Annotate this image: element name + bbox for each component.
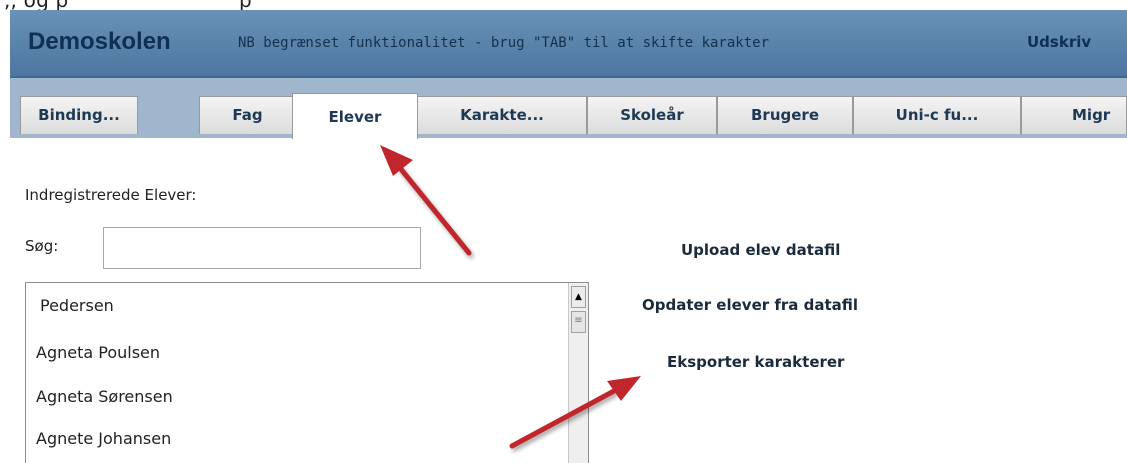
- update-students-from-datafile-link[interactable]: Opdater elever fra datafil: [642, 296, 858, 314]
- export-grades-link[interactable]: Eksporter karakterer: [667, 353, 844, 371]
- tab-migrering[interactable]: Migr: [1021, 96, 1127, 134]
- students-list-label: Indregistrerede Elever:: [25, 186, 197, 204]
- cropped-top-text: ,, og p p: [0, 0, 1127, 10]
- student-list-item[interactable]: Pedersen: [40, 296, 114, 315]
- print-link[interactable]: Udskriv: [1027, 33, 1091, 51]
- student-list-item[interactable]: Agnete Johansen: [36, 429, 171, 448]
- upload-student-datafile-link[interactable]: Upload elev datafil: [681, 241, 840, 259]
- search-label: Søg:: [25, 237, 59, 255]
- tab-brugere[interactable]: Brugere: [717, 96, 853, 134]
- school-name: Demoskolen: [28, 28, 171, 55]
- grip-icon[interactable]: ≡: [571, 311, 586, 333]
- triangle-up-icon[interactable]: ▲: [571, 286, 586, 308]
- limited-functionality-notice: NB begrænset funktionalitet - brug "TAB"…: [238, 35, 770, 51]
- student-list[interactable]: Pedersen Agneta Poulsen Agneta Sørensen …: [25, 282, 589, 463]
- tab-karakterer[interactable]: Karakte...: [417, 96, 587, 134]
- tab-elever[interactable]: Elever: [292, 93, 418, 139]
- app-header: Demoskolen NB begrænset funktionalitet -…: [10, 10, 1127, 78]
- tab-fag[interactable]: Fag: [199, 96, 296, 134]
- student-search-input[interactable]: [103, 227, 421, 269]
- student-list-item[interactable]: Agneta Sørensen: [36, 387, 173, 406]
- student-list-scrollbar[interactable]: ▲ ≡: [568, 283, 588, 463]
- tab-uni-c[interactable]: Uni-c fu...: [853, 96, 1021, 134]
- tab-bindinger[interactable]: Binding...: [20, 96, 138, 134]
- tab-bar: Binding... Fag Elever Karakte... Skoleår…: [10, 78, 1127, 139]
- tab-skolear[interactable]: Skoleår: [587, 96, 717, 134]
- student-list-item[interactable]: Agneta Poulsen: [36, 343, 160, 362]
